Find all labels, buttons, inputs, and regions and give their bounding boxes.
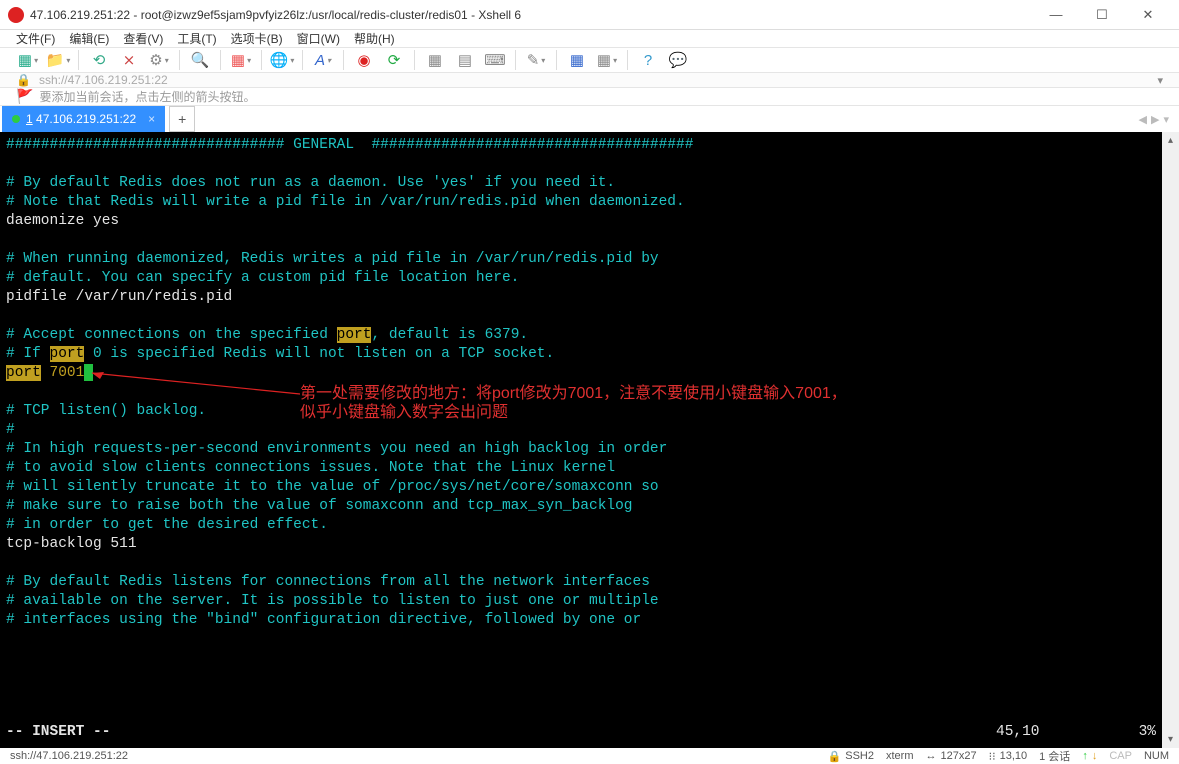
menu-window[interactable]: 窗口(W) [297,30,340,47]
copy-button[interactable]: ▦ [229,48,253,72]
tab-prev-button[interactable]: ◀ [1139,113,1147,126]
help-button[interactable]: ? [636,48,660,72]
toolbar: ▦ 📁 ⟲ ⨯ ⚙ 🔍 ▦ 🌐 A ◉ ⟳ ▦ ▤ ⌨ ✎ ▦ ▦ ? 💬 [0,48,1179,73]
url-dropdown[interactable]: ▾ [1157,74,1163,87]
menu-file[interactable]: 文件(F) [16,30,55,47]
script-button[interactable]: ✎ [524,48,548,72]
layout2-button[interactable]: ▤ [453,48,477,72]
terminal-area: ################################ GENERAL… [0,132,1179,748]
keyboard-button[interactable]: ⌨ [483,48,507,72]
menu-edit[interactable]: 编辑(E) [69,30,109,47]
tab-list-button[interactable]: ▾ [1163,113,1169,126]
font-button[interactable]: A [311,48,335,72]
status-sessions: 1 会话 [1039,748,1070,764]
status-size: ↔ 127x27 [926,750,977,762]
statusbar: ssh://47.106.219.251:22 🔒SSH2 xterm ↔ 12… [0,748,1179,764]
tab-nav: ◀ ▶ ▾ [1139,113,1177,126]
close-button[interactable]: ✕ [1125,0,1171,30]
hint-text: 要添加当前会话，点击左侧的箭头按钮。 [39,88,255,105]
globe-button[interactable]: 🌐 [270,48,294,72]
grid1-button[interactable]: ▦ [565,48,589,72]
properties-button[interactable]: ⚙ [147,48,171,72]
terminal[interactable]: ################################ GENERAL… [0,132,1162,748]
hintbar: 🚩 要添加当前会话，点击左侧的箭头按钮。 [0,88,1179,106]
add-tab-button[interactable]: + [169,106,195,132]
status-traffic: ↑↓ [1082,750,1097,762]
reconnect-button[interactable]: ⟲ [87,48,111,72]
minimize-button[interactable]: — [1033,0,1079,30]
status-pos: ⁝⁝ 13,10 [989,750,1028,763]
tab-next-button[interactable]: ▶ [1151,113,1159,126]
green-button[interactable]: ⟳ [382,48,406,72]
app-icon [8,7,24,23]
maximize-button[interactable]: ☐ [1079,0,1125,30]
flag-icon: 🚩 [16,88,33,105]
status-ssh: 🔒SSH2 [828,750,874,763]
status-termtype: xterm [886,750,914,762]
window-controls: — ☐ ✕ [1033,0,1171,30]
urlbar: 🔒 ssh://47.106.219.251:22 ▾ [0,73,1179,88]
layout1-button[interactable]: ▦ [423,48,447,72]
scroll-down-icon[interactable]: ▾ [1162,731,1179,748]
status-host: ssh://47.106.219.251:22 [10,750,816,762]
scroll-up-icon[interactable]: ▴ [1162,132,1179,149]
session-tab[interactable]: 1 1 47.106.219.251:2247.106.219.251:22 × [2,106,165,132]
annotation-text: 第一处需要修改的地方：将port修改为7001，注意不要使用小键盘输入7001，… [300,384,847,422]
menubar: 文件(F) 编辑(E) 查看(V) 工具(T) 选项卡(B) 窗口(W) 帮助(… [0,30,1179,48]
window-title: 47.106.219.251:22 - root@izwz9ef5sjam9pv… [30,8,1033,22]
menu-help[interactable]: 帮助(H) [354,30,395,47]
down-arrow-icon: ↓ [1092,750,1098,762]
menu-view[interactable]: 查看(V) [123,30,163,47]
search-button[interactable]: 🔍 [188,48,212,72]
disconnect-button[interactable]: ⨯ [117,48,141,72]
tab-label: 1 1 47.106.219.251:2247.106.219.251:22 [26,112,136,126]
new-session-button[interactable]: ▦ [16,48,40,72]
url-input[interactable]: ssh://47.106.219.251:22 [39,73,1150,87]
grid2-button[interactable]: ▦ [595,48,619,72]
lock-icon: 🔒 [828,750,842,763]
lock-icon: 🔒 [16,73,31,87]
vim-status-line: -- INSERT -- 45,10 3% [6,723,1156,742]
scrollbar[interactable]: ▴ ▾ [1162,132,1179,748]
tab-close-button[interactable]: × [148,112,155,126]
up-arrow-icon: ↑ [1082,750,1088,762]
cursor-icon: ⁝⁝ [989,750,996,763]
menu-tools[interactable]: 工具(T) [177,30,216,47]
red-button[interactable]: ◉ [352,48,376,72]
status-num: NUM [1144,750,1169,762]
chat-button[interactable]: 💬 [666,48,690,72]
status-cap: CAP [1109,750,1132,762]
resize-icon: ↔ [926,750,937,762]
titlebar: 47.106.219.251:22 - root@izwz9ef5sjam9pv… [0,0,1179,30]
status-dot-icon [12,115,20,123]
open-button[interactable]: 📁 [46,48,70,72]
menu-tabs[interactable]: 选项卡(B) [231,30,283,47]
tabbar: 1 1 47.106.219.251:2247.106.219.251:22 ×… [0,106,1179,132]
